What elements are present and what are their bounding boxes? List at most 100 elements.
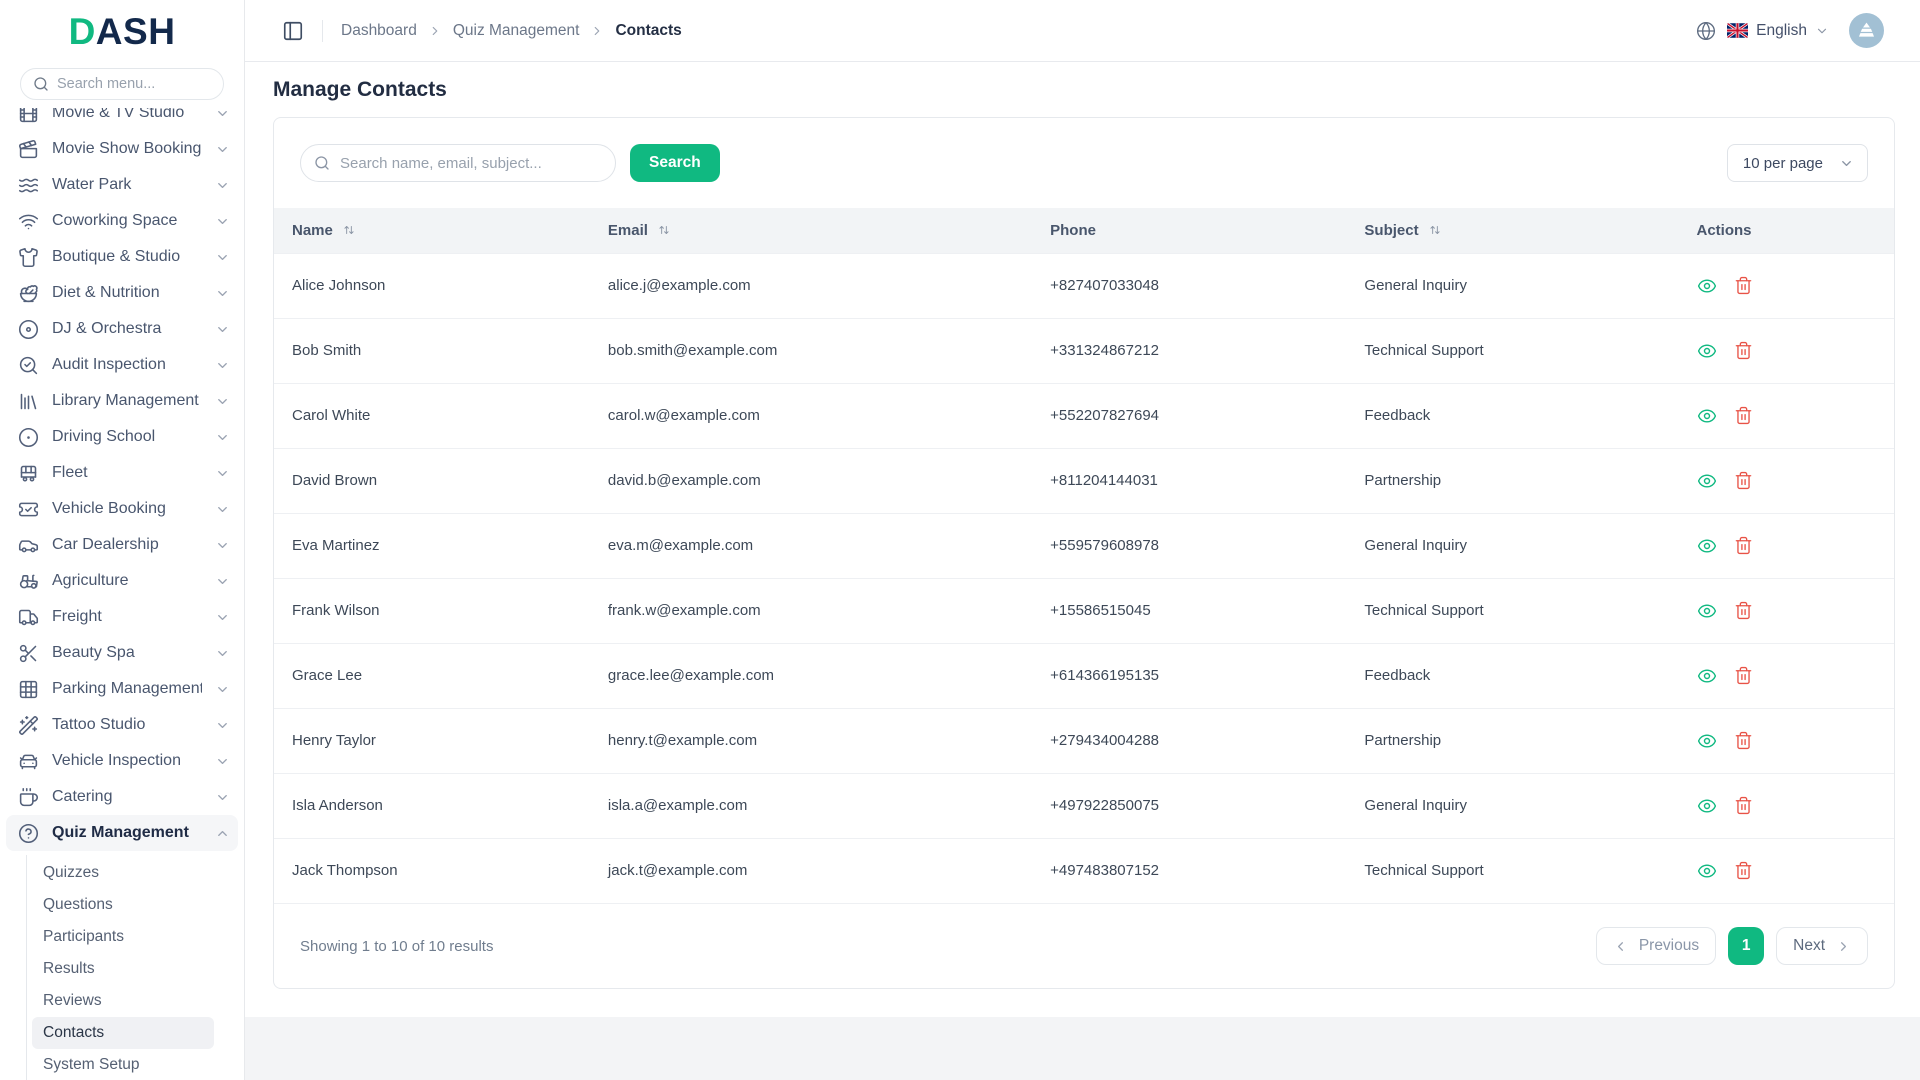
view-button[interactable] <box>1697 601 1717 621</box>
delete-button[interactable] <box>1734 796 1753 815</box>
view-button[interactable] <box>1697 861 1717 881</box>
sidebar-subitem-participants[interactable]: Participants <box>0 921 244 953</box>
breadcrumb-dashboard[interactable]: Dashboard <box>341 22 417 40</box>
sidebar-item-tattoo-studio[interactable]: Tattoo Studio <box>0 707 244 743</box>
sort-icon[interactable] <box>1428 223 1442 237</box>
view-button[interactable] <box>1697 536 1717 556</box>
sidebar-subitem-questions[interactable]: Questions <box>0 889 244 921</box>
sidebar-item-label: Fleet <box>52 464 202 482</box>
cell-email: jack.t@example.com <box>590 838 1032 903</box>
sidebar-item-boutique-studio[interactable]: Boutique & Studio <box>0 239 244 275</box>
view-button[interactable] <box>1697 796 1717 816</box>
delete-button[interactable] <box>1734 341 1753 360</box>
car-front-icon <box>18 751 39 772</box>
sidebar-item-library-management[interactable]: Library Management <box>0 383 244 419</box>
view-button[interactable] <box>1697 341 1717 361</box>
view-button[interactable] <box>1697 666 1717 686</box>
sidebar-item-catering[interactable]: Catering <box>0 779 244 815</box>
cell-email: bob.smith@example.com <box>590 318 1032 383</box>
cell-phone: +827407033048 <box>1032 253 1346 318</box>
sidebar-subitem-contacts[interactable]: Contacts <box>32 1017 214 1049</box>
previous-page-button[interactable]: Previous <box>1596 927 1716 965</box>
sidebar-item-vehicle-inspection[interactable]: Vehicle Inspection <box>0 743 244 779</box>
breadcrumb-quiz-management[interactable]: Quiz Management <box>453 22 580 40</box>
avatar[interactable] <box>1849 13 1884 48</box>
view-button[interactable] <box>1697 731 1717 751</box>
column-header-name[interactable]: Name <box>274 208 590 253</box>
cell-subject: General Inquiry <box>1346 773 1678 838</box>
sidebar-item-vehicle-booking[interactable]: Vehicle Booking <box>0 491 244 527</box>
cell-name: Isla Anderson <box>274 773 590 838</box>
column-header-subject[interactable]: Subject <box>1346 208 1678 253</box>
language-selector[interactable]: English <box>1727 22 1829 40</box>
chevron-down-icon <box>215 502 230 517</box>
delete-button[interactable] <box>1734 601 1753 620</box>
cell-actions <box>1679 578 1895 643</box>
sort-icon[interactable] <box>657 223 671 237</box>
sidebar-subitem-reviews[interactable]: Reviews <box>0 985 244 1017</box>
cell-name: Alice Johnson <box>274 253 590 318</box>
sidebar-item-water-park[interactable]: Water Park <box>0 167 244 203</box>
sort-icon[interactable] <box>342 223 356 237</box>
content: Manage Contacts Search 10 per page <box>245 62 1920 1017</box>
view-button[interactable] <box>1697 471 1717 491</box>
cell-phone: +15586515045 <box>1032 578 1346 643</box>
cell-phone: +552207827694 <box>1032 383 1346 448</box>
cell-subject: Feedback <box>1346 643 1678 708</box>
circle-dot-icon <box>18 427 39 448</box>
chevron-down-icon <box>215 610 230 625</box>
view-button[interactable] <box>1697 406 1717 426</box>
delete-button[interactable] <box>1734 406 1753 425</box>
view-button[interactable] <box>1697 276 1717 296</box>
next-page-button[interactable]: Next <box>1776 927 1868 965</box>
cell-email: eva.m@example.com <box>590 513 1032 578</box>
chevron-down-icon <box>215 322 230 337</box>
current-page-button[interactable]: 1 <box>1728 927 1764 965</box>
sidebar-item-audit-inspection[interactable]: Audit Inspection <box>0 347 244 383</box>
sidebar-item-movie-tv-studio[interactable]: Movie & TV Studio <box>0 108 244 131</box>
sidebar-toggle-icon[interactable] <box>282 20 304 42</box>
sidebar-item-freight[interactable]: Freight <box>0 599 244 635</box>
cell-actions <box>1679 773 1895 838</box>
delete-button[interactable] <box>1734 731 1753 750</box>
delete-button[interactable] <box>1734 276 1753 295</box>
contact-search-input[interactable] <box>300 144 616 182</box>
delete-button[interactable] <box>1734 666 1753 685</box>
sidebar-item-driving-school[interactable]: Driving School <box>0 419 244 455</box>
cell-subject: Technical Support <box>1346 838 1678 903</box>
delete-button[interactable] <box>1734 471 1753 490</box>
sidebar-item-movie-show-booking[interactable]: Movie Show Booking <box>0 131 244 167</box>
search-icon <box>314 155 330 171</box>
sidebar-item-quiz-management[interactable]: Quiz Management <box>6 815 238 851</box>
sidebar-search-input[interactable] <box>20 68 224 100</box>
sidebar-subitem-results[interactable]: Results <box>0 953 244 985</box>
page-title: Manage Contacts <box>273 78 1895 102</box>
sidebar-item-dj-orchestra[interactable]: DJ & Orchestra <box>0 311 244 347</box>
film-icon <box>18 108 39 124</box>
sidebar-subitem-system-setup[interactable]: System Setup <box>0 1049 244 1080</box>
cell-actions <box>1679 448 1895 513</box>
sidebar-item-label: Quiz Management <box>52 824 202 842</box>
delete-button[interactable] <box>1734 536 1753 555</box>
results-summary: Showing 1 to 10 of 10 results <box>300 938 493 955</box>
per-page-select[interactable]: 10 per page <box>1727 144 1868 182</box>
sidebar-subitem-quizzes[interactable]: Quizzes <box>0 857 244 889</box>
next-label: Next <box>1793 937 1825 955</box>
sidebar-item-beauty-spa[interactable]: Beauty Spa <box>0 635 244 671</box>
sidebar-item-fleet[interactable]: Fleet <box>0 455 244 491</box>
sidebar-item-label: Audit Inspection <box>52 356 202 374</box>
cell-actions <box>1679 253 1895 318</box>
sidebar-item-parking-management[interactable]: Parking Management <box>0 671 244 707</box>
sidebar-item-diet-nutrition[interactable]: Diet & Nutrition <box>0 275 244 311</box>
delete-button[interactable] <box>1734 861 1753 880</box>
sidebar-item-label: Beauty Spa <box>52 644 202 662</box>
sidebar-item-coworking-space[interactable]: Coworking Space <box>0 203 244 239</box>
table-row: Henry Taylorhenry.t@example.com+27943400… <box>274 708 1894 773</box>
sidebar-item-label: Tattoo Studio <box>52 716 202 734</box>
sidebar-item-agriculture[interactable]: Agriculture <box>0 563 244 599</box>
sidebar-item-car-dealership[interactable]: Car Dealership <box>0 527 244 563</box>
column-header-email[interactable]: Email <box>590 208 1032 253</box>
globe-icon[interactable] <box>1696 21 1716 41</box>
table-row: Jack Thompsonjack.t@example.com+49748380… <box>274 838 1894 903</box>
search-button[interactable]: Search <box>630 144 720 182</box>
